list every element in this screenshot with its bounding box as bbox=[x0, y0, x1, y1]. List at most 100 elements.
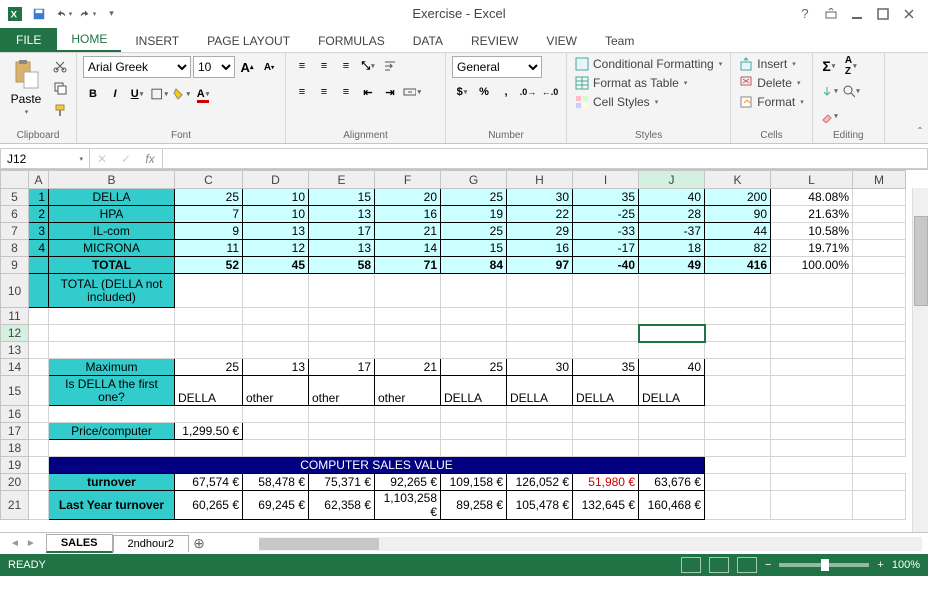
status-bar: READY − + 100% bbox=[0, 554, 928, 576]
group-cells: Insert▾ Delete▾ Format▾ Cells bbox=[731, 53, 813, 143]
collapse-ribbon-icon[interactable]: ˆ bbox=[918, 125, 922, 139]
save-icon[interactable] bbox=[28, 3, 50, 25]
align-left-icon[interactable]: ≡ bbox=[292, 82, 312, 102]
align-right-icon[interactable]: ≡ bbox=[336, 82, 356, 102]
fill-icon[interactable]: ▾ bbox=[819, 81, 839, 101]
orientation-icon[interactable]: ⤡▾ bbox=[358, 56, 378, 76]
table-row: 19COMPUTER SALES VALUE bbox=[1, 457, 906, 474]
wrap-text-icon[interactable] bbox=[380, 56, 400, 76]
align-bottom-icon[interactable]: ≡ bbox=[336, 56, 356, 76]
name-box[interactable]: J12▾ bbox=[0, 148, 90, 169]
tab-formulas[interactable]: FORMULAS bbox=[304, 30, 399, 52]
tab-data[interactable]: DATA bbox=[399, 30, 457, 52]
italic-button[interactable]: I bbox=[105, 84, 125, 104]
sheet-tab-sales[interactable]: SALES bbox=[46, 534, 113, 553]
font-color-icon[interactable]: A▾ bbox=[193, 84, 213, 104]
quick-access-toolbar: X ▾ ▾ ▾ bbox=[0, 1, 126, 27]
formula-bar: J12▾ ✕ ✓ fx bbox=[0, 148, 928, 170]
alignment-label: Alignment bbox=[292, 130, 439, 141]
align-center-icon[interactable]: ≡ bbox=[314, 82, 334, 102]
tab-page-layout[interactable]: PAGE LAYOUT bbox=[193, 30, 304, 52]
clear-icon[interactable]: ▾ bbox=[819, 106, 839, 126]
conditional-formatting-button[interactable]: Conditional Formatting▾ bbox=[573, 56, 724, 72]
excel-icon[interactable]: X bbox=[4, 3, 26, 25]
fx-icon[interactable]: fx bbox=[138, 152, 162, 166]
tab-insert[interactable]: INSERT bbox=[121, 30, 193, 52]
underline-button[interactable]: U▾ bbox=[127, 84, 147, 104]
currency-icon[interactable]: $▾ bbox=[452, 82, 472, 102]
format-painter-icon[interactable] bbox=[50, 100, 70, 120]
cell-styles-button[interactable]: Cell Styles▾ bbox=[573, 94, 660, 110]
vertical-scrollbar[interactable] bbox=[912, 188, 928, 532]
maximize-icon[interactable] bbox=[870, 3, 896, 25]
minimize-icon[interactable] bbox=[844, 3, 870, 25]
table-row: 16 bbox=[1, 406, 906, 423]
align-middle-icon[interactable]: ≡ bbox=[314, 56, 334, 76]
tab-team[interactable]: Team bbox=[591, 30, 648, 52]
zoom-slider[interactable] bbox=[779, 563, 869, 567]
ribbon-options-icon[interactable] bbox=[818, 3, 844, 25]
zoom-out-button[interactable]: − bbox=[765, 559, 771, 571]
table-row: 62HPA71013161922-25289021.63% bbox=[1, 206, 906, 223]
sheet-nav[interactable]: ◄► bbox=[0, 538, 46, 549]
font-name-select[interactable]: Arial Greek bbox=[83, 56, 191, 78]
table-row: 51DELLA251015202530354020048.08% bbox=[1, 189, 906, 206]
delete-cells-button[interactable]: Delete▾ bbox=[737, 75, 802, 91]
table-row: 84MICRONA111213141516-17188219.71% bbox=[1, 240, 906, 257]
sort-filter-icon[interactable]: AZ▾ bbox=[841, 56, 861, 76]
paste-button[interactable]: Paste▾ bbox=[6, 56, 46, 118]
table-row: 21Last Year turnover60,265 €69,245 €62,3… bbox=[1, 491, 906, 520]
increase-font-icon[interactable]: A▴ bbox=[237, 57, 257, 77]
zoom-level[interactable]: 100% bbox=[892, 559, 920, 571]
cancel-formula-icon[interactable]: ✕ bbox=[90, 152, 114, 166]
add-sheet-button[interactable]: ⊕ bbox=[189, 535, 209, 552]
normal-view-icon[interactable] bbox=[681, 557, 701, 573]
undo-icon[interactable]: ▾ bbox=[52, 3, 74, 25]
tab-review[interactable]: REVIEW bbox=[457, 30, 532, 52]
table-row: 14Maximum2513172125303540 bbox=[1, 359, 906, 376]
page-break-view-icon[interactable] bbox=[737, 557, 757, 573]
fill-color-icon[interactable]: ▾ bbox=[171, 84, 191, 104]
number-format-select[interactable]: General bbox=[452, 56, 542, 78]
decrease-decimal-icon[interactable]: ←.0 bbox=[540, 82, 560, 102]
format-cells-button[interactable]: Format▾ bbox=[737, 94, 806, 110]
insert-cells-button[interactable]: Insert▾ bbox=[737, 56, 798, 72]
formula-input[interactable] bbox=[163, 148, 928, 169]
autosum-icon[interactable]: Σ▾ bbox=[819, 56, 839, 76]
sheet-tab-2ndhour2[interactable]: 2ndhour2 bbox=[113, 535, 190, 552]
tab-home[interactable]: HOME bbox=[57, 28, 121, 52]
table-row: 73IL-com91317212529-33-374410.58% bbox=[1, 223, 906, 240]
close-icon[interactable] bbox=[896, 3, 922, 25]
comma-icon[interactable]: , bbox=[496, 82, 516, 102]
format-as-table-button[interactable]: Format as Table▾ bbox=[573, 75, 689, 91]
decrease-font-icon[interactable]: A▾ bbox=[259, 57, 279, 77]
percent-icon[interactable]: % bbox=[474, 82, 494, 102]
increase-indent-icon[interactable]: ⇥ bbox=[380, 82, 400, 102]
group-editing: Σ▾ AZ▾ ▾ ▾ ▾ Editing bbox=[813, 53, 885, 143]
increase-decimal-icon[interactable]: .0→ bbox=[518, 82, 538, 102]
enter-formula-icon[interactable]: ✓ bbox=[114, 152, 138, 166]
font-size-select[interactable]: 10 bbox=[193, 56, 235, 78]
qat-customize-icon[interactable]: ▾ bbox=[100, 3, 122, 25]
file-tab[interactable]: FILE bbox=[0, 28, 57, 52]
border-icon[interactable]: ▾ bbox=[149, 84, 169, 104]
bold-button[interactable]: B bbox=[83, 84, 103, 104]
app-title: Exercise - Excel bbox=[126, 6, 792, 21]
cut-icon[interactable] bbox=[50, 56, 70, 76]
decrease-indent-icon[interactable]: ⇤ bbox=[358, 82, 378, 102]
zoom-in-button[interactable]: + bbox=[877, 559, 883, 571]
redo-icon[interactable]: ▾ bbox=[76, 3, 98, 25]
find-icon[interactable]: ▾ bbox=[841, 81, 861, 101]
worksheet-grid[interactable]: ABCDEFGHIJKLM 51DELLA2510152025303540200… bbox=[0, 170, 928, 532]
paste-label: Paste bbox=[11, 92, 42, 106]
horizontal-scrollbar[interactable] bbox=[259, 537, 922, 551]
paste-icon bbox=[10, 58, 42, 90]
tab-view[interactable]: VIEW bbox=[532, 30, 591, 52]
help-icon[interactable]: ? bbox=[792, 3, 818, 25]
page-layout-view-icon[interactable] bbox=[709, 557, 729, 573]
merge-center-icon[interactable]: ▾ bbox=[402, 82, 422, 102]
align-top-icon[interactable]: ≡ bbox=[292, 56, 312, 76]
table-row: 12 bbox=[1, 325, 906, 342]
copy-icon[interactable] bbox=[50, 78, 70, 98]
column-headers[interactable]: ABCDEFGHIJKLM bbox=[1, 171, 906, 189]
